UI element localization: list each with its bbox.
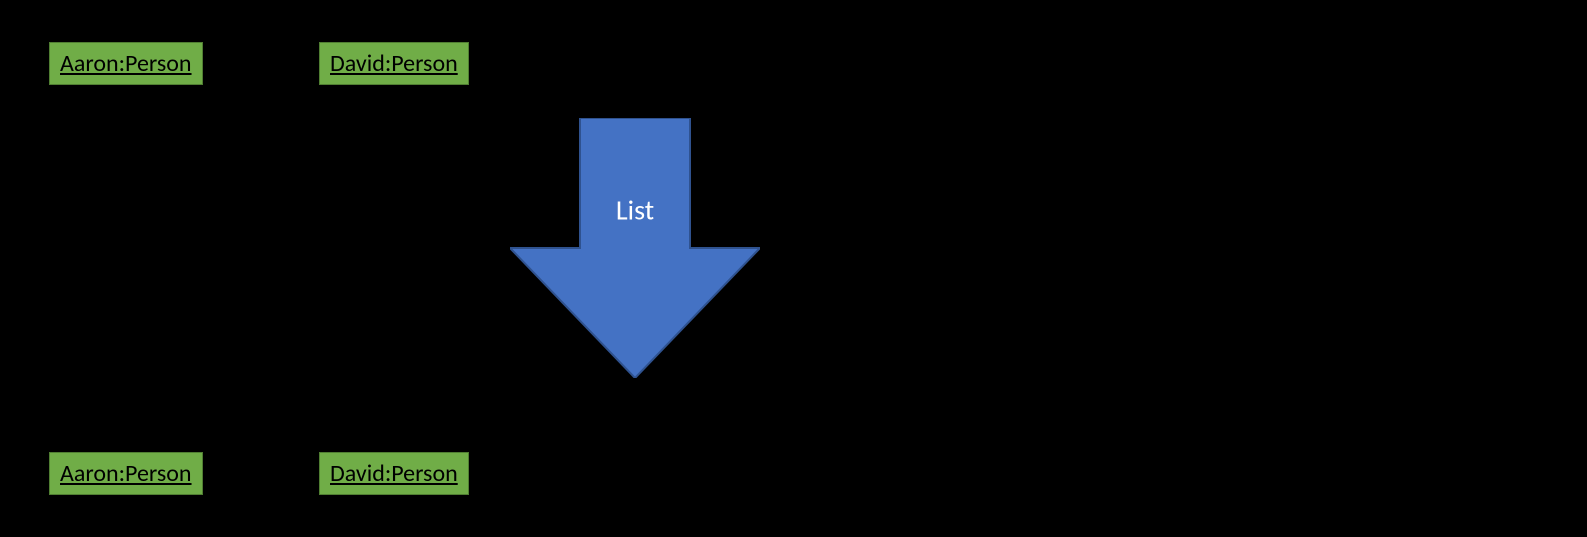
object-label: David:Person xyxy=(330,459,458,488)
object-box-david-bottom: David:Person xyxy=(319,452,469,495)
object-label: David:Person xyxy=(330,49,458,78)
object-box-david-top: David:Person xyxy=(319,42,469,85)
arrow-down-icon: List xyxy=(510,118,760,378)
arrow-label: List xyxy=(616,193,654,228)
diagram-canvas: Aaron:Person David:Person List Aaron:Per… xyxy=(0,0,1587,537)
object-box-aaron-top: Aaron:Person xyxy=(49,42,203,85)
object-box-aaron-bottom: Aaron:Person xyxy=(49,452,203,495)
object-label: Aaron:Person xyxy=(60,49,192,78)
object-label: Aaron:Person xyxy=(60,459,192,488)
